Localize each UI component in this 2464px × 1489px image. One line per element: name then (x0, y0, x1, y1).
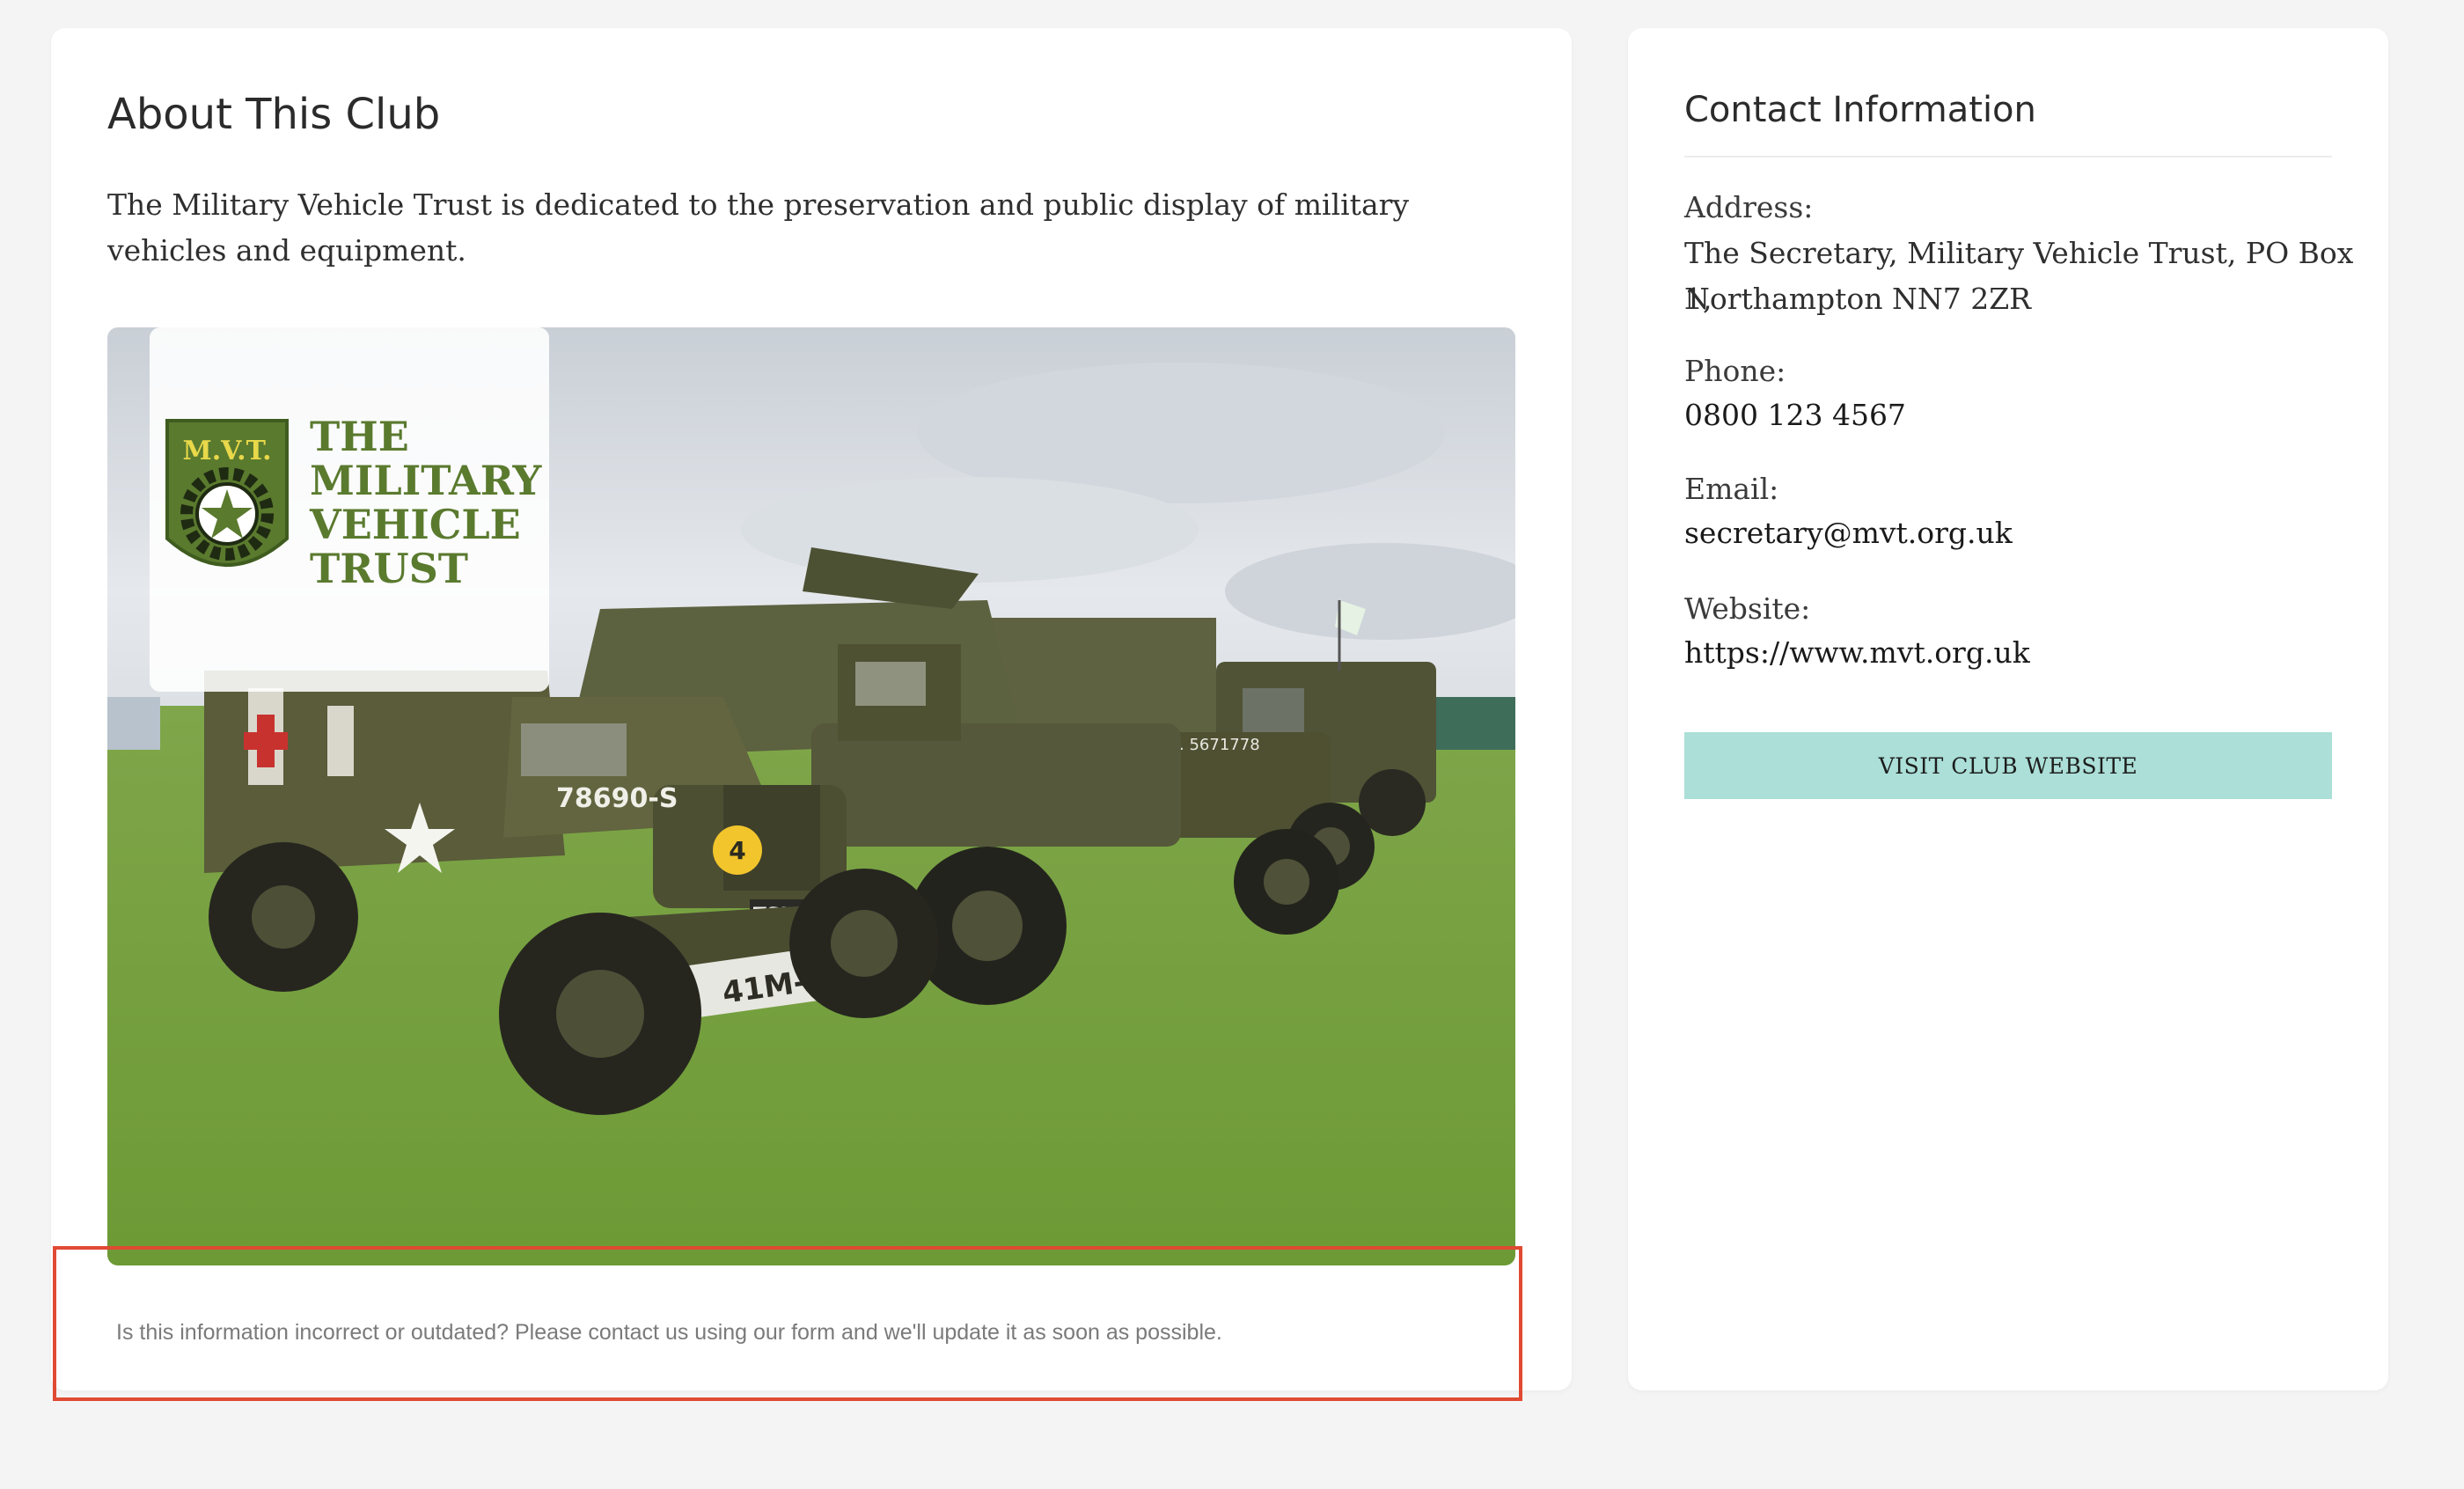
background-tent (1427, 697, 1515, 750)
email-link[interactable]: secretary@mvt.org.uk (1684, 516, 2013, 550)
svg-text:THE: THE (310, 413, 409, 460)
phone-value: 0800 123 4567 (1684, 392, 1906, 438)
about-title: About This Club (107, 90, 441, 139)
svg-text:MILITARY: MILITARY (310, 457, 543, 504)
svg-text:M.V.T.: M.V.T. (182, 436, 271, 466)
club-photo: U.S.A. 5671778 78690-S 4 41M-EV M.V.T. T… (107, 327, 1515, 1265)
svg-text:TRUST: TRUST (310, 545, 468, 592)
svg-text:VEHICLE: VEHICLE (309, 501, 521, 548)
email-label: Email: (1684, 472, 1779, 506)
phone-link[interactable]: 0800 123 4567 (1684, 398, 1906, 432)
website-label: Website: (1684, 591, 1811, 626)
website-link[interactable]: https://www.mvt.org.uk (1684, 635, 2030, 670)
incorrect-info-notice: Is this information incorrect or outdate… (116, 1320, 1222, 1345)
contact-divider (1684, 156, 2332, 158)
address-line-2: Northampton NN7 2ZR (1684, 282, 2032, 316)
phone-label: Phone: (1684, 354, 1786, 388)
background-structure (107, 697, 160, 750)
about-card: About This Club The Military Vehicle Tru… (51, 28, 1572, 1390)
email-value: secretary@mvt.org.uk (1684, 510, 2013, 556)
website-value: https://www.mvt.org.uk (1684, 630, 2030, 676)
visit-club-website-button[interactable]: VISIT CLUB WEBSITE (1684, 732, 2332, 799)
svg-text:78690-S: 78690-S (556, 783, 678, 814)
contact-card: Contact Information Address: The Secreta… (1628, 28, 2388, 1390)
address-label: Address: (1684, 190, 1814, 224)
svg-text:4: 4 (729, 836, 745, 865)
about-description: The Military Vehicle Trust is dedicated … (107, 187, 1410, 268)
contact-title: Contact Information (1684, 90, 2036, 130)
